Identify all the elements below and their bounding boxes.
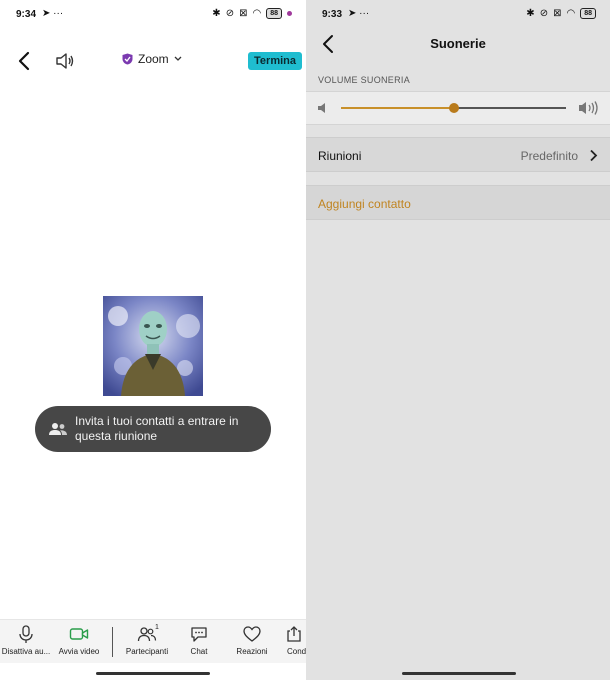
sim-icon: ⊠ bbox=[553, 8, 562, 19]
participants-count: 1 bbox=[155, 624, 159, 631]
add-contact-label: Aggiungi contatto bbox=[318, 197, 411, 211]
people-icon bbox=[49, 423, 67, 435]
volume-low-icon bbox=[318, 103, 325, 113]
status-bar: 9:34 ➤ ··· ✱ ⊘ ⊠ ◠ 88 bbox=[0, 0, 306, 30]
video-camera-icon bbox=[69, 628, 89, 640]
sim-icon: ⊠ bbox=[239, 8, 248, 19]
meetings-ringtone-row[interactable]: Riunioni Predefinito bbox=[306, 137, 610, 172]
home-indicator[interactable] bbox=[402, 672, 516, 675]
mute-audio-button[interactable]: Disattiva au... bbox=[0, 624, 54, 656]
telegram-icon: ➤ ··· bbox=[348, 8, 370, 19]
participant-video-tile[interactable] bbox=[103, 296, 203, 396]
zoom-meeting-screen: 9:34 ➤ ··· ✱ ⊘ ⊠ ◠ 88 Zoom Termina Invit… bbox=[0, 0, 306, 680]
participant-avatar bbox=[103, 296, 203, 396]
add-contact-row[interactable]: Aggiungi contatto bbox=[306, 185, 610, 220]
end-meeting-button[interactable]: Termina bbox=[248, 52, 302, 70]
vibrate-off-icon: ⊘ bbox=[539, 8, 549, 19]
page-title: Suonerie bbox=[430, 36, 486, 51]
reactions-button[interactable]: Reazioni bbox=[224, 624, 280, 656]
volume-slider-fill bbox=[341, 107, 454, 109]
chevron-down-icon bbox=[174, 56, 182, 61]
meeting-toolbar: Disattiva au... Avvia video 1 Partecipan… bbox=[0, 619, 306, 663]
shield-icon bbox=[122, 53, 133, 65]
meeting-title: Zoom bbox=[138, 52, 169, 66]
meeting-header: Zoom Termina bbox=[0, 46, 306, 76]
battery-icon: 88 bbox=[580, 8, 596, 19]
toolbar-divider bbox=[112, 627, 113, 657]
volume-high-icon bbox=[579, 101, 598, 115]
meeting-title-dropdown[interactable]: Zoom bbox=[122, 52, 182, 66]
meetings-label: Riunioni bbox=[318, 149, 362, 163]
bluetooth-icon: ✱ bbox=[526, 8, 535, 19]
toast-message: Invita i tuoi contatti a entrare in ques… bbox=[75, 414, 239, 443]
notification-dot bbox=[287, 11, 292, 16]
start-video-button[interactable]: Avvia video bbox=[51, 624, 107, 656]
chevron-right-icon bbox=[590, 149, 598, 162]
share-screen-button[interactable]: Cond bbox=[276, 624, 306, 656]
microphone-icon bbox=[19, 625, 33, 643]
volume-slider[interactable] bbox=[341, 103, 566, 113]
system-nav-bar bbox=[306, 663, 610, 680]
wifi-icon: ◠ bbox=[252, 8, 262, 19]
status-icons: ✱ ⊘ ⊠ ◠ 88 bbox=[526, 8, 596, 19]
volume-section-label: VOLUME SUONERIA bbox=[318, 75, 411, 85]
volume-slider-thumb[interactable] bbox=[448, 103, 459, 113]
vibrate-off-icon: ⊘ bbox=[225, 8, 235, 19]
participants-button[interactable]: 1 Partecipanti bbox=[119, 624, 175, 656]
heart-icon bbox=[243, 626, 261, 642]
system-nav-bar bbox=[0, 663, 306, 680]
wifi-icon: ◠ bbox=[566, 8, 576, 19]
settings-header: Suonerie bbox=[306, 30, 610, 66]
participants-icon bbox=[137, 627, 157, 642]
meetings-value: Predefinito bbox=[520, 149, 578, 163]
home-indicator[interactable] bbox=[96, 672, 210, 675]
ringtone-volume-row bbox=[306, 91, 610, 125]
telegram-icon: ➤ ··· bbox=[42, 8, 64, 19]
back-icon[interactable] bbox=[14, 50, 36, 72]
status-time: 9:33 bbox=[322, 9, 343, 20]
share-icon bbox=[287, 626, 301, 642]
status-time: 9:34 bbox=[16, 9, 37, 20]
status-icons: ✱ ⊘ ⊠ ◠ 88 bbox=[212, 8, 292, 19]
status-bar: 9:33 ➤ ··· ✱ ⊘ ⊠ ◠ 88 bbox=[306, 0, 610, 30]
chat-button[interactable]: Chat bbox=[171, 624, 227, 656]
battery-icon: 88 bbox=[266, 8, 282, 19]
ringtones-settings-screen: 9:33 ➤ ··· ✱ ⊘ ⊠ ◠ 88 Suonerie VOLUME SU… bbox=[306, 0, 610, 680]
invite-contacts-toast[interactable]: Invita i tuoi contatti a entrare in ques… bbox=[35, 406, 271, 452]
bluetooth-icon: ✱ bbox=[212, 8, 221, 19]
chat-icon bbox=[191, 627, 207, 642]
speaker-icon[interactable] bbox=[54, 50, 76, 72]
